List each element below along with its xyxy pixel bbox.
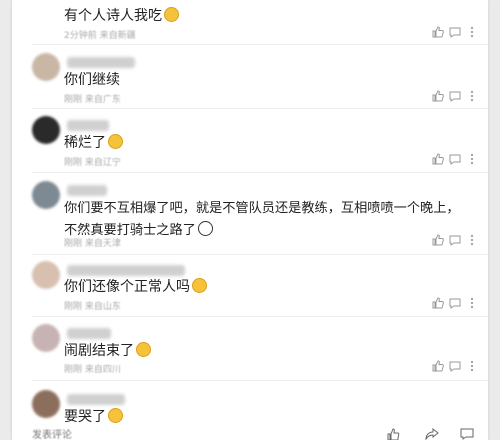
username[interactable] bbox=[67, 57, 135, 68]
smile-emoji-icon bbox=[192, 278, 207, 293]
like-icon[interactable] bbox=[432, 153, 444, 165]
more-icon[interactable] bbox=[466, 90, 478, 102]
compose-bar: 发表评论 bbox=[12, 426, 488, 440]
comment-icon[interactable] bbox=[449, 360, 461, 372]
avatar[interactable] bbox=[32, 181, 60, 209]
like-icon[interactable] bbox=[432, 234, 444, 246]
comment-meta: 2分钟前 来自新疆 bbox=[64, 31, 136, 41]
comment-meta: 刚刚 来自天津 bbox=[64, 239, 121, 249]
comment-text: 你们继续 bbox=[64, 72, 120, 88]
like-icon[interactable] bbox=[432, 90, 444, 102]
comment-meta: 刚刚 来自四川 bbox=[64, 365, 121, 375]
avatar[interactable] bbox=[32, 116, 60, 144]
divider bbox=[32, 254, 488, 255]
comment-actions bbox=[432, 297, 478, 311]
username[interactable] bbox=[67, 185, 107, 196]
smirk-emoji-icon bbox=[108, 134, 123, 149]
comment-actions bbox=[432, 234, 478, 248]
comment-meta: 刚刚 来自山东 bbox=[64, 302, 121, 312]
like-icon[interactable] bbox=[432, 297, 444, 309]
comment-text: 闹剧结束了 bbox=[64, 340, 470, 362]
like-icon[interactable] bbox=[387, 428, 401, 440]
divider bbox=[32, 44, 488, 45]
username[interactable] bbox=[67, 394, 125, 405]
panda-emoji-icon bbox=[197, 221, 213, 236]
comment-text: 你们还像个正常人吗 bbox=[64, 276, 470, 298]
more-icon[interactable] bbox=[466, 26, 478, 38]
comment-icon[interactable] bbox=[460, 428, 474, 440]
relieved-emoji-icon bbox=[136, 342, 151, 357]
username[interactable] bbox=[67, 265, 185, 276]
like-icon[interactable] bbox=[432, 26, 444, 38]
more-icon[interactable] bbox=[466, 234, 478, 246]
teary-emoji-icon bbox=[108, 408, 123, 423]
divider bbox=[32, 172, 488, 173]
compose-comment-button[interactable]: 发表评论 bbox=[32, 426, 72, 440]
comment-icon[interactable] bbox=[449, 153, 461, 165]
comment-actions bbox=[432, 360, 478, 374]
avatar[interactable] bbox=[32, 53, 60, 81]
comment-icon[interactable] bbox=[449, 90, 461, 102]
comment-text: 你们要不互相爆了吧，就是不管队员还是教练，互相喷喷一个晚上，不然真要打骑士之路了 bbox=[64, 201, 460, 238]
username[interactable] bbox=[67, 328, 111, 339]
like-icon[interactable] bbox=[432, 360, 444, 372]
comment-icon[interactable] bbox=[449, 297, 461, 309]
comment-icon[interactable] bbox=[449, 234, 461, 246]
comment-actions bbox=[432, 90, 478, 104]
avatar[interactable] bbox=[32, 261, 60, 289]
comment-text: 稀烂了 bbox=[64, 132, 470, 154]
share-icon[interactable] bbox=[425, 428, 439, 440]
comment-actions bbox=[432, 153, 478, 167]
more-icon[interactable] bbox=[466, 360, 478, 372]
avatar[interactable] bbox=[32, 324, 60, 352]
comment-meta: 刚刚 来自辽宁 bbox=[64, 158, 121, 168]
comment-panel: 有个人诗人我吃 2分钟前 来自新疆 你们继续 刚刚 来自广东 稀烂了 刚刚 来自… bbox=[12, 0, 488, 440]
smile-emoji-icon bbox=[164, 7, 179, 22]
username[interactable] bbox=[67, 120, 109, 131]
comment-meta: 刚刚 来自广东 bbox=[64, 95, 121, 105]
more-icon[interactable] bbox=[466, 153, 478, 165]
divider bbox=[32, 108, 488, 109]
comment-icon[interactable] bbox=[449, 26, 461, 38]
more-icon[interactable] bbox=[466, 297, 478, 309]
divider bbox=[32, 380, 488, 381]
comment-text: 有个人诗人我吃 bbox=[64, 5, 470, 27]
comment-text: 要哭了 bbox=[64, 406, 470, 428]
comment-actions bbox=[432, 26, 478, 40]
avatar[interactable] bbox=[32, 390, 60, 418]
divider bbox=[32, 316, 488, 317]
